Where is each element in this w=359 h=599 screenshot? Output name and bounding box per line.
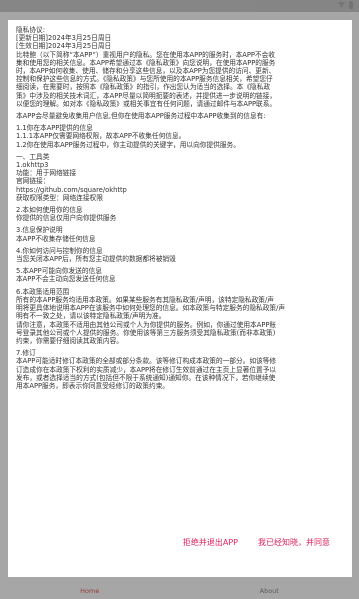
privacy-text-line: 6.本政策适用范围 (16, 287, 70, 296)
privacy-text-line: 用本APP服务，即表示你同意受经修订的政策约束。 (16, 381, 170, 390)
nav-about[interactable]: About (260, 587, 279, 595)
privacy-text-line: 本APP可能适时修订本政策的全部或部分条款。该等修订构成本政策的一部分。如该等修 (16, 357, 277, 366)
privacy-text-line: 本APP会尽量避免收集用户信息,但你在使用本APP服务过程中本APP收集到的信息… (16, 112, 266, 121)
privacy-text-line: 隐私协议: (16, 26, 46, 34)
dialog-actions: 拒绝并退出APP 我已经知晓，并同意 (8, 527, 352, 557)
privacy-text-line: 约束，你需要仔细阅读其政策内容。 (16, 336, 123, 345)
privacy-text-line: 控制和保护这些信息的方式。《隐私政策》与您所使用的本APP服务信息相关，希望您仔 (16, 75, 273, 84)
privacy-text-line: 官网链接： (16, 177, 50, 186)
nav-home[interactable]: Home (80, 587, 99, 595)
privacy-text-line: 订造成你在本政策下权利的实质减少，本APP将在修订生效前通过在主页上显著位置予以 (16, 365, 277, 374)
privacy-text-line: 7.修订 (16, 349, 36, 358)
privacy-text-line: 时，本APP如何收集、使用、储存和分享这些信息，以及本APP为您提供的访问、更新… (16, 67, 276, 76)
privacy-text-line: 集和使用您的相关信息。本APP希望通过本《隐私政策》向您说明，在使用本APP的服… (16, 58, 276, 67)
privacy-text-line: 请你注意，本政策不适用由其他公司或个人为你提供的服务。例如，你通过使用本APP账 (16, 320, 277, 329)
privacy-text-scroll[interactable]: 隐私协议: [更新日期]2024年3月25日周日 [生效日期]2024年3月25日周… (8, 20, 352, 527)
privacy-text-line: 获取权限类型：网络连接权限 (16, 193, 103, 202)
privacy-text-line: 本APP不会主动向您发送任何信息 (16, 275, 116, 284)
privacy-text-line: 2.本如何使用你的信息 (16, 206, 83, 215)
wifi-icon (338, 2, 345, 8)
privacy-text-line: 功能：用于网络链接 (16, 169, 77, 178)
bottom-nav: Home About (0, 582, 359, 599)
privacy-text-line: 本APP不收集存储任何信息 (16, 234, 96, 243)
status-icons (338, 1, 353, 9)
privacy-text-line: 当您关闭本APP后，所有您主动提供的数据都将被销毁 (16, 255, 176, 264)
privacy-text-line: 1.2你在使用本APP服务过程中，你主动提供的关键字，用以向你提供服务。 (16, 140, 240, 149)
privacy-text-line: 策》中涉及的相关技术词汇，本APP尽量以简明扼要的表述，并提供进一步说明的链接， (16, 91, 277, 100)
reject-exit-button[interactable]: 拒绝并退出APP (183, 537, 238, 548)
privacy-text-line: 号登录其他公司或个人提供的服务。你使用该等第三方服务须受其隐私政策(而非本政策) (16, 328, 276, 337)
privacy-text-line: 所有的本APP服务均适用本政策。如果某些服务有其隐私政策/声明，该特定隐私政策/… (16, 295, 274, 304)
battery-icon (349, 1, 353, 9)
privacy-text-line: 细阅读，在需要时，按照本《隐私政策》的指引，作出您认为适当的选择。本《隐私政 (16, 83, 271, 92)
privacy-text-line: 比特鲍（以下简称“本APP”）重视用户的隐私。您在使用本APP的服务时，本APP… (16, 50, 275, 59)
status-bar (0, 0, 359, 12)
privacy-text-line: 你提供的信息仅用户向你提供服务 (16, 214, 117, 223)
privacy-text-line: 1.1.1本APP仅需要网络权限，故本APP不收集任何信息。 (16, 132, 186, 141)
privacy-text-line: [生效日期]2024年3月25日周日 (16, 42, 112, 51)
privacy-text-line: 发布，或者选择适当的方式(包括但不限于系统通知)通知你。在该种情况下，若你继续使 (16, 373, 276, 382)
privacy-text-line: 以便您的理解。如对本《隐私政策》或相关事宜有任何问题，请通过邮件与本APP联系。 (16, 99, 277, 108)
privacy-text-line: 1.okhttp3 (16, 161, 49, 170)
privacy-text-line: 明将更具体地说明本APP在该服务中如何处理您的信息。如本政策与特定服务的隐私政策… (16, 304, 286, 313)
privacy-text-line: 一、工具类 (16, 152, 50, 161)
privacy-text-line: 明有不一致之处，请以该特定隐私政策/声明为准。 (16, 312, 166, 321)
privacy-text-line: [更新日期]2024年3月25日周日 (16, 34, 112, 43)
privacy-text-line: 5.本APP可能向你发送的信息 (16, 267, 102, 276)
privacy-text-line: 3.信息保护说明 (16, 226, 63, 235)
privacy-text-line: 1.1你在本APP提供的信息 (16, 124, 93, 133)
accept-button[interactable]: 我已经知晓，并同意 (258, 537, 330, 548)
privacy-text-line: 4.你如何访问与控制你的信息 (16, 246, 103, 255)
privacy-text-line: https://github.com/square/okhttp (16, 185, 127, 194)
privacy-dialog: 隐私协议: [更新日期]2024年3月25日周日 [生效日期]2024年3月25日周… (8, 20, 352, 577)
